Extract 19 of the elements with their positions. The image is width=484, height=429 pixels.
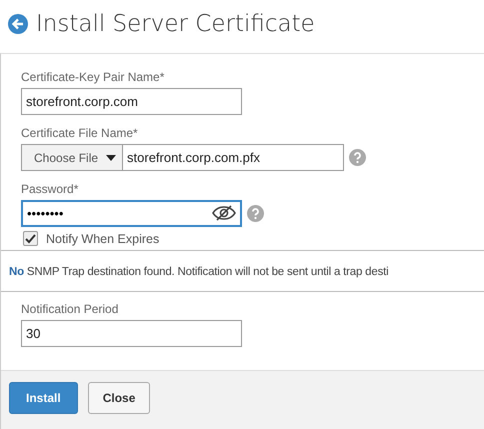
close-button[interactable]: Close <box>88 382 150 414</box>
caret-icon <box>106 154 116 160</box>
field-label: Notification Period <box>21 302 118 316</box>
field-label: Certificate File Name* <box>21 126 138 140</box>
help-icon[interactable] <box>247 205 264 222</box>
field-label: Password* <box>21 182 78 196</box>
page-title: Install Server Certificate <box>36 11 315 37</box>
snmp-warning-message: No SNMP Trap destination found. Notification will not be sent until a trap desti <box>9 266 388 278</box>
choose-file-button[interactable]: Choose File <box>21 144 124 171</box>
key-pair-name-field[interactable]: storefront.corp.com <box>21 88 242 115</box>
checkbox-label: Notify When Expires <box>46 232 160 246</box>
password-field[interactable]: •••••••• <box>21 200 242 227</box>
file-name-field[interactable]: storefront.corp.com.pfx <box>123 144 344 171</box>
eye-slash-icon[interactable] <box>212 205 236 221</box>
field-label: Certificate-Key Pair Name* <box>21 70 164 84</box>
install-button[interactable]: Install <box>9 382 78 414</box>
notify-checkbox[interactable] <box>23 231 38 246</box>
notification-period-field[interactable]: 30 <box>21 320 242 347</box>
help-icon[interactable] <box>349 149 366 166</box>
